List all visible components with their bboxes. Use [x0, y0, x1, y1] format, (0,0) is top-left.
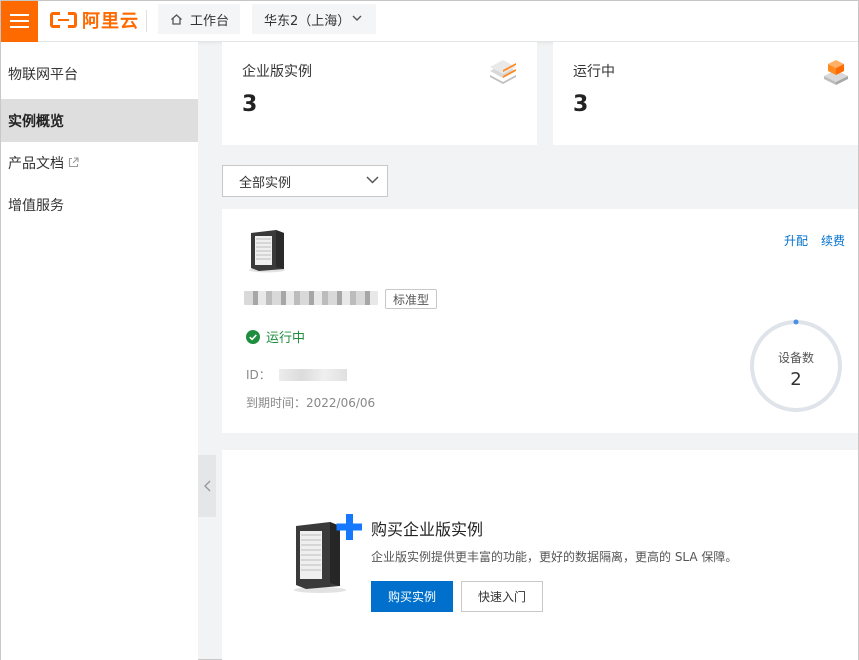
stat-label: 企业版实例 — [242, 64, 312, 80]
server-icon — [249, 230, 285, 273]
aliyun-logo-icon — [50, 12, 77, 28]
workbench-label: 工作台 — [190, 13, 230, 29]
filter-selected-value: 全部实例 — [239, 175, 292, 191]
status-text: 运行中 — [266, 331, 306, 346]
external-link-icon — [68, 157, 79, 168]
instance-id: ID： — [246, 366, 347, 383]
box-stack-icon — [824, 60, 848, 85]
server-add-icon — [294, 514, 362, 593]
promo-description: 企业版实例提供更丰富的功能，更好的数据隔离，更高的 SLA 保障。 — [371, 550, 738, 564]
instance-id-redacted — [278, 368, 347, 381]
instance-filter-select[interactable]: 全部实例 — [222, 165, 388, 197]
region-label: 华东2（上海） — [264, 13, 351, 29]
instance-card[interactable]: 标准型 运行中 ID： 到期时间：2022/06/06 升配 续费 设备数 2 — [222, 209, 858, 433]
device-count-ring — [750, 319, 842, 412]
renew-link[interactable]: 续费 — [821, 232, 845, 249]
hamburger-menu-button[interactable] — [1, 1, 38, 42]
home-icon — [171, 13, 182, 25]
sidebar-item-value-added-services[interactable]: 增值服务 — [1, 183, 198, 226]
buy-instance-button[interactable]: 购买实例 — [371, 581, 453, 612]
sidebar-item-product-docs[interactable]: 产品文档 — [1, 141, 198, 184]
sidebar: 物联网平台 实例概览 产品文档 增值服务 — [1, 42, 198, 660]
sidebar-item-instance-overview[interactable]: 实例概览 — [1, 99, 198, 142]
check-circle-icon — [246, 329, 260, 344]
instance-status: 运行中 — [246, 327, 305, 346]
chevron-left-icon — [203, 480, 210, 492]
sidebar-item-label: 产品文档 — [8, 155, 64, 172]
instance-name-redacted — [244, 291, 378, 305]
promo-title: 购买企业版实例 — [371, 520, 484, 539]
running-instances-card: 运行中 3 — [553, 42, 858, 145]
brand-name: 阿里云 — [82, 11, 139, 32]
edition-tag: 标准型 — [385, 289, 438, 309]
chevron-down-icon — [352, 15, 362, 21]
top-bar: 阿里云 工作台 华东2（上海） — [1, 1, 858, 42]
sidebar-title: 物联网平台 — [8, 67, 78, 83]
device-count-label: 设备数 — [777, 351, 814, 365]
sidebar-item-label: 增值服务 — [8, 197, 64, 214]
workbench-button[interactable]: 工作台 — [158, 4, 240, 34]
sidebar-item-label: 实例概览 — [8, 113, 64, 130]
expire-date: 到期时间：2022/06/06 — [246, 396, 376, 410]
header-divider — [146, 10, 147, 32]
device-count-value: 2 — [790, 369, 802, 390]
stat-value: 3 — [242, 92, 258, 117]
upgrade-link[interactable]: 升配 — [784, 232, 808, 249]
quick-start-button[interactable]: 快速入门 — [461, 581, 543, 612]
enterprise-instances-card: 企业版实例 3 — [222, 42, 537, 145]
aliyun-logo[interactable]: 阿里云 — [50, 8, 139, 32]
layers-icon — [490, 60, 516, 84]
chevron-down-icon — [366, 176, 379, 184]
instance-id-label: ID： — [246, 368, 271, 382]
stat-value: 3 — [573, 92, 589, 117]
region-selector[interactable]: 华东2（上海） — [252, 4, 376, 34]
stat-label: 运行中 — [573, 64, 615, 80]
buy-enterprise-promo: 购买企业版实例 企业版实例提供更丰富的功能，更好的数据隔离，更高的 SLA 保障… — [222, 450, 858, 660]
sidebar-collapse-button[interactable] — [198, 455, 216, 517]
